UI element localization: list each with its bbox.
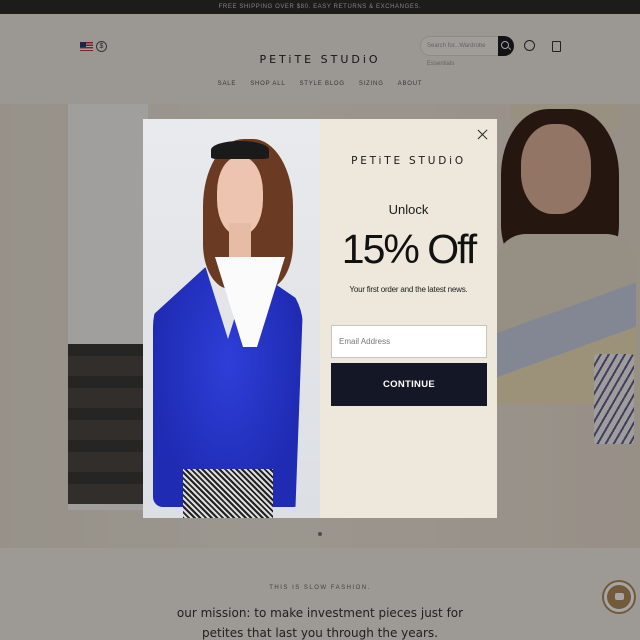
popup-form-panel: PETiTE STUDiO Unlock 15% Off Your first … (320, 119, 497, 518)
popup-subtext: Your first order and the latest news. (349, 285, 468, 294)
signup-popup: PETiTE STUDiO Unlock 15% Off Your first … (143, 119, 497, 518)
close-icon[interactable] (475, 127, 491, 143)
popup-model-image (143, 119, 320, 518)
popup-headline: 15% Off (341, 226, 477, 272)
email-field[interactable] (331, 325, 487, 358)
popup-unlock-text: Unlock (388, 202, 429, 217)
continue-button[interactable]: CONTINUE (331, 363, 487, 406)
popup-logo: PETiTE STUDiO (351, 155, 466, 167)
